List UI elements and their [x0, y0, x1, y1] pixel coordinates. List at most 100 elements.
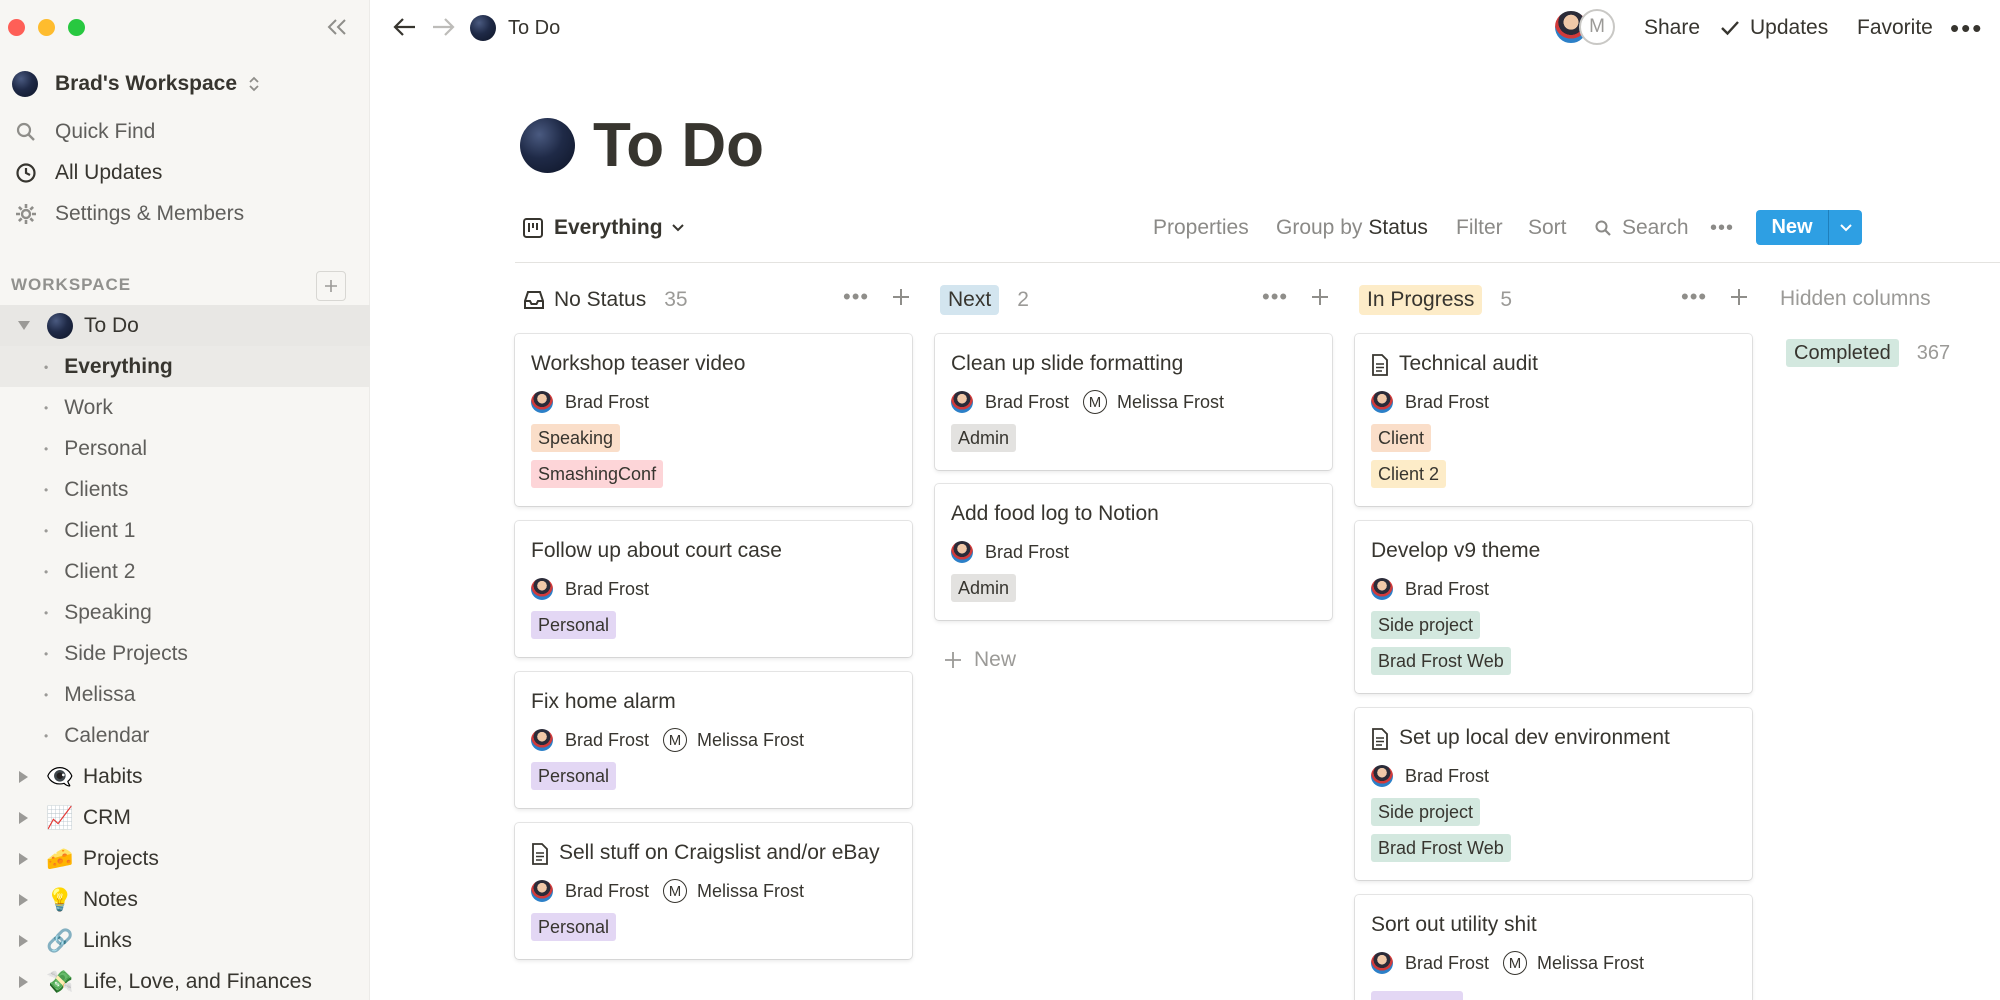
board-card[interactable]: Fix home alarm Brad Frost M Melissa Frost… — [515, 672, 912, 808]
sidebar-item-label: Calendar — [64, 723, 150, 747]
sidebar-item-todo[interactable]: To Do — [0, 305, 370, 346]
column-header-no-status[interactable]: No Status 35 — [522, 283, 688, 317]
sidebar-item-side-projects[interactable]: • Side Projects — [0, 633, 370, 674]
assignee-name: Brad Frost — [1405, 952, 1490, 973]
window-zoom-button[interactable] — [68, 19, 85, 36]
share-button[interactable]: Share — [1644, 12, 1700, 44]
caret-right-icon[interactable] — [18, 811, 30, 824]
sidebar-item-habits[interactable]: 👁️‍🗨️ Habits — [0, 756, 370, 797]
board-card[interactable]: Technical audit Brad Frost Client Client… — [1355, 334, 1752, 506]
all-updates-item[interactable]: All Updates — [12, 154, 162, 192]
caret-right-icon[interactable] — [18, 934, 30, 947]
column-more-icon[interactable]: ••• — [843, 286, 869, 308]
sidebar-item-client-1[interactable]: • Client 1 — [0, 510, 370, 551]
board-card[interactable]: Set up local dev environment Brad Frost … — [1355, 708, 1752, 880]
sidebar: Brad's Workspace Quick Find All Updates … — [0, 0, 370, 1000]
board-card[interactable]: Workshop teaser video Brad Frost Speakin… — [515, 334, 912, 506]
caret-right-icon[interactable] — [18, 893, 30, 906]
sidebar-item-notes[interactable]: 💡 Notes — [0, 879, 370, 920]
column-header-in-progress[interactable]: In Progress 5 — [1359, 283, 1512, 317]
sidebar-item-links[interactable]: 🔗 Links — [0, 920, 370, 961]
sidebar-item-label: Personal — [64, 436, 148, 460]
collaborator-avatars[interactable]: M — [1553, 9, 1617, 45]
sidebar-item-label: Speaking — [64, 600, 152, 624]
group-by-button[interactable]: Group by Status — [1276, 212, 1428, 244]
more-options-icon[interactable]: ••• — [1950, 15, 1983, 41]
bullet-icon: • — [44, 687, 49, 702]
window-minimize-button[interactable] — [38, 19, 55, 36]
column-header-next[interactable]: Next 2 — [940, 283, 1029, 317]
sidebar-item-work[interactable]: • Work — [0, 387, 370, 428]
board-card[interactable]: Follow up about court case Brad Frost Pe… — [515, 521, 912, 657]
filter-button[interactable]: Filter — [1456, 212, 1503, 244]
workspace-switcher[interactable]: Brad's Workspace — [12, 66, 261, 102]
card-title: Follow up about court case — [531, 539, 782, 562]
sidebar-item-crm[interactable]: 📈 CRM — [0, 797, 370, 838]
caret-right-icon[interactable] — [18, 770, 30, 783]
page-icon[interactable] — [520, 117, 575, 173]
column-add-icon[interactable] — [1729, 287, 1749, 307]
card-title: Workshop teaser video — [531, 352, 746, 375]
sidebar-item-personal[interactable]: • Personal — [0, 428, 370, 469]
breadcrumb[interactable]: To Do — [470, 12, 560, 44]
board-view-icon — [522, 217, 544, 239]
view-name: Everything — [554, 216, 663, 239]
sidebar-item-projects[interactable]: 🧀 Projects — [0, 838, 370, 879]
caret-right-icon[interactable] — [18, 975, 30, 988]
bullet-icon: • — [44, 605, 49, 620]
sidebar-item-label: Notes — [83, 887, 138, 911]
column-more-icon[interactable]: ••• — [1681, 286, 1707, 308]
sidebar-item-label: Melissa — [64, 682, 136, 706]
sidebar-item-everything[interactable]: • Everything — [0, 346, 370, 387]
new-dropdown-chevron-icon[interactable] — [1828, 210, 1862, 245]
window-close-button[interactable] — [8, 19, 25, 36]
board-card[interactable]: Add food log to Notion Brad Frost Admin — [935, 484, 1332, 620]
hidden-column-completed[interactable]: Completed 367 — [1786, 338, 1950, 368]
board-card[interactable]: Develop v9 theme Brad Frost Side project… — [1355, 521, 1752, 693]
properties-button[interactable]: Properties — [1153, 212, 1249, 244]
collapse-sidebar-icon[interactable] — [322, 12, 352, 42]
gear-icon — [12, 200, 40, 228]
assignees: Brad Frost — [1371, 388, 1736, 416]
board-card[interactable]: Clean up slide formatting Brad Frost M Me… — [935, 334, 1332, 470]
add-page-icon[interactable] — [316, 271, 346, 301]
avatar — [951, 391, 973, 413]
board-card[interactable]: Sort out utility shit Brad Frost M Meliss… — [1355, 895, 1752, 1000]
sidebar-item-clients[interactable]: • Clients — [0, 469, 370, 510]
sidebar-item-client-2[interactable]: • Client 2 — [0, 551, 370, 592]
view-more-icon[interactable]: ••• — [1710, 212, 1734, 244]
document-icon — [531, 843, 549, 865]
chart-increasing-icon: 📈 — [46, 804, 74, 830]
sidebar-item-melissa[interactable]: • Melissa — [0, 674, 370, 715]
column-actions: ••• — [843, 286, 911, 308]
sort-button[interactable]: Sort — [1528, 212, 1567, 244]
card-title: Add food log to Notion — [951, 502, 1159, 525]
sidebar-item-speaking[interactable]: • Speaking — [0, 592, 370, 633]
updates-button[interactable]: Updates — [1720, 12, 1828, 44]
column-add-icon[interactable] — [1310, 287, 1330, 307]
add-card-button[interactable]: New — [944, 645, 1016, 675]
board-card[interactable]: Sell stuff on Craigslist and/or eBay Bra… — [515, 823, 912, 959]
caret-down-icon[interactable] — [18, 320, 30, 332]
quick-find-item[interactable]: Quick Find — [12, 113, 155, 151]
forward-arrow-icon[interactable] — [428, 12, 458, 42]
page-title[interactable]: To Do — [593, 110, 764, 181]
tag — [1371, 991, 1463, 1000]
assignees: Brad Frost M Melissa Frost — [1371, 949, 1736, 977]
settings-members-item[interactable]: Settings & Members — [12, 195, 244, 233]
light-bulb-icon: 💡 — [46, 886, 74, 912]
assignee-name: Brad Frost — [565, 391, 650, 412]
sidebar-item-calendar[interactable]: • Calendar — [0, 715, 370, 756]
sidebar-item-life-love-finances[interactable]: 💸 Life, Love, and Finances — [0, 961, 370, 1000]
caret-right-icon[interactable] — [18, 852, 30, 865]
assignees: Brad Frost — [951, 538, 1316, 566]
column-more-icon[interactable]: ••• — [1262, 286, 1288, 308]
view-selector[interactable]: Everything — [522, 212, 685, 244]
avatar — [951, 541, 973, 563]
favorite-button[interactable]: Favorite — [1857, 12, 1933, 44]
new-button[interactable]: New — [1756, 210, 1828, 245]
back-arrow-icon[interactable] — [390, 12, 420, 42]
column-add-icon[interactable] — [891, 287, 911, 307]
search-button[interactable]: Search — [1594, 212, 1689, 244]
column-title: In Progress — [1359, 285, 1483, 315]
